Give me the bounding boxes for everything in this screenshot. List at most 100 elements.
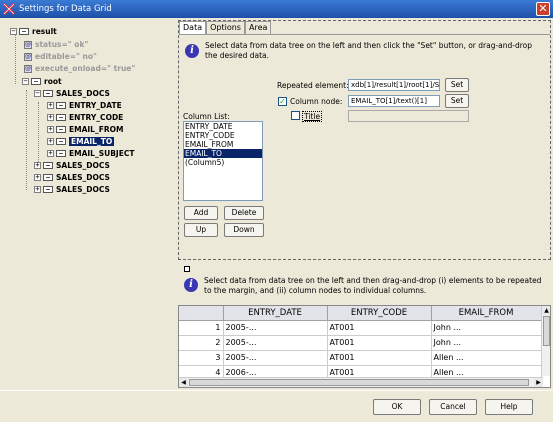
column-list-item[interactable]: ENTRY_CODE xyxy=(184,131,262,140)
column-list[interactable]: ENTRY_DATE ENTRY_CODE EMAIL_FROM EMAIL_T… xyxy=(183,121,263,201)
element-icon xyxy=(56,138,66,145)
column-node-checkbox[interactable]: ✓ xyxy=(278,97,287,106)
tree-node-root[interactable]: − root xyxy=(22,76,62,87)
tree-node-label: SALES_DOCS xyxy=(56,161,110,170)
table-cell: 2005-... xyxy=(223,335,328,351)
ok-button[interactable]: OK xyxy=(373,399,421,415)
scroll-up-icon[interactable]: ▲ xyxy=(542,306,550,315)
data-info: i Select data from data tree on the left… xyxy=(185,41,545,61)
expand-icon[interactable]: + xyxy=(34,174,41,181)
expand-icon[interactable]: + xyxy=(34,162,41,169)
tree-node-sales-docs[interactable]: + SALES_DOCS xyxy=(34,160,110,171)
tree-node-entry-code[interactable]: + ENTRY_CODE xyxy=(47,112,123,123)
expand-icon[interactable]: + xyxy=(47,114,54,121)
column-node-label: Column node: xyxy=(290,97,343,106)
delete-button[interactable]: Delete xyxy=(224,206,264,220)
up-button[interactable]: Up xyxy=(184,223,218,237)
table-cell: AT001 xyxy=(327,350,432,366)
scroll-left-icon[interactable]: ◀ xyxy=(179,378,188,387)
preview-margin-marker[interactable] xyxy=(184,266,190,272)
title-field[interactable] xyxy=(348,110,469,122)
tree-node-attribute[interactable]: @ execute_onload=" true" xyxy=(24,63,135,74)
table-row[interactable]: 2 2005-... AT001 John ... xyxy=(179,335,542,351)
row-number: 2 xyxy=(179,335,224,351)
column-list-item[interactable]: EMAIL_FROM xyxy=(184,140,262,149)
expand-icon[interactable]: + xyxy=(47,102,54,109)
expand-icon[interactable]: + xyxy=(47,126,54,133)
tree-node-entry-date[interactable]: + ENTRY_DATE xyxy=(47,100,122,111)
add-button[interactable]: Add xyxy=(184,206,218,220)
tree-node-label: ENTRY_CODE xyxy=(69,113,124,122)
element-icon xyxy=(31,78,41,85)
repeated-element-field[interactable]: xdb[1]/result[1]/root[1]/SALE xyxy=(348,79,440,91)
tree-node-label: root xyxy=(44,77,62,86)
tab-data[interactable]: Data xyxy=(179,21,207,34)
collapse-icon[interactable]: − xyxy=(34,90,41,97)
column-list-item-selected[interactable]: EMAIL_TO xyxy=(184,149,262,158)
tree-node-email-from[interactable]: + EMAIL_FROM xyxy=(47,124,123,135)
tree-node-attribute[interactable]: @ status=" ok" xyxy=(24,39,88,50)
vertical-scrollbar[interactable]: ▲ xyxy=(541,306,550,376)
tab-options[interactable]: Options xyxy=(206,21,245,34)
tree-node-label: result xyxy=(32,27,57,36)
element-icon xyxy=(56,102,66,109)
column-header[interactable]: ENTRY_CODE xyxy=(327,306,432,321)
table-row[interactable]: 1 2005-... AT001 John ... xyxy=(179,320,542,336)
cancel-button[interactable]: Cancel xyxy=(429,399,477,415)
dialog-button-bar: OK Cancel Help xyxy=(0,390,553,422)
tab-area[interactable]: Area xyxy=(244,21,272,34)
data-tree: − result @ status=" ok" @ editable=" no"… xyxy=(0,18,178,390)
collapse-icon[interactable]: − xyxy=(22,78,29,85)
repeated-element-label: Repeated element: xyxy=(277,81,349,90)
column-list-item[interactable]: ENTRY_DATE xyxy=(184,122,262,131)
tree-node-sales-docs[interactable]: + SALES_DOCS xyxy=(34,184,110,195)
set-repeated-button[interactable]: Set xyxy=(445,78,469,92)
preview-table: ENTRY_DATE ENTRY_CODE EMAIL_FROM 1 2005-… xyxy=(179,306,542,381)
element-icon xyxy=(56,126,66,133)
expand-icon[interactable]: + xyxy=(34,186,41,193)
table-cell: 2005-... xyxy=(223,320,328,336)
data-info-text: Select data from data tree on the left a… xyxy=(205,41,533,60)
column-node-field[interactable]: EMAIL_TO[1]/text()[1] xyxy=(348,95,440,107)
horizontal-scrollbar[interactable]: ◀ ▶ xyxy=(179,377,543,387)
set-column-node-button[interactable]: Set xyxy=(445,94,469,108)
preview-grid[interactable]: ENTRY_DATE ENTRY_CODE EMAIL_FROM 1 2005-… xyxy=(178,305,551,388)
vertical-scroll-thumb[interactable] xyxy=(543,316,550,346)
tree-node-label: status=" ok" xyxy=(35,40,89,49)
attribute-icon: @ xyxy=(24,52,32,61)
horizontal-scroll-thumb[interactable] xyxy=(189,379,529,386)
element-icon xyxy=(43,90,53,97)
tree-node-label: EMAIL_SUBJECT xyxy=(69,149,135,158)
tree-node-result[interactable]: − result xyxy=(10,26,57,37)
tree-node-label: SALES_DOCS xyxy=(56,173,110,182)
preview-info-text: Select data from data tree on the left a… xyxy=(204,276,542,295)
element-icon xyxy=(56,114,66,121)
app-icon xyxy=(3,3,15,15)
row-number-header[interactable] xyxy=(179,306,224,321)
tree-connector xyxy=(38,102,39,164)
table-cell: 2005-... xyxy=(223,350,328,366)
tree-node-label: SALES_DOCS xyxy=(56,89,110,98)
info-icon: i xyxy=(185,44,199,58)
column-header[interactable]: EMAIL_FROM xyxy=(431,306,542,321)
tree-node-sales-docs[interactable]: + SALES_DOCS xyxy=(34,172,110,183)
settings-panel: Data Options Area i Select data from dat… xyxy=(178,20,551,260)
close-button[interactable]: ✕ xyxy=(536,2,550,16)
row-number: 3 xyxy=(179,350,224,366)
title-checkbox[interactable] xyxy=(291,111,300,120)
tree-node-email-subject[interactable]: + EMAIL_SUBJECT xyxy=(47,148,134,159)
tree-node-sales-docs[interactable]: − SALES_DOCS xyxy=(34,88,110,99)
expand-icon[interactable]: + xyxy=(47,138,54,145)
table-row[interactable]: 3 2005-... AT001 Allen ... xyxy=(179,350,542,366)
window-title: Settings for Data Grid xyxy=(19,4,112,14)
help-button[interactable]: Help xyxy=(485,399,533,415)
scroll-right-icon[interactable]: ▶ xyxy=(534,378,543,387)
column-header[interactable]: ENTRY_DATE xyxy=(223,306,328,321)
column-list-item[interactable]: (Column5) xyxy=(184,158,262,167)
collapse-icon[interactable]: − xyxy=(10,28,17,35)
tree-node-attribute[interactable]: @ editable=" no" xyxy=(24,51,97,62)
expand-icon[interactable]: + xyxy=(47,150,54,157)
tree-node-label: EMAIL_FROM xyxy=(69,125,124,134)
tree-node-email-to[interactable]: + EMAIL_TO xyxy=(47,136,115,147)
down-button[interactable]: Down xyxy=(224,223,264,237)
